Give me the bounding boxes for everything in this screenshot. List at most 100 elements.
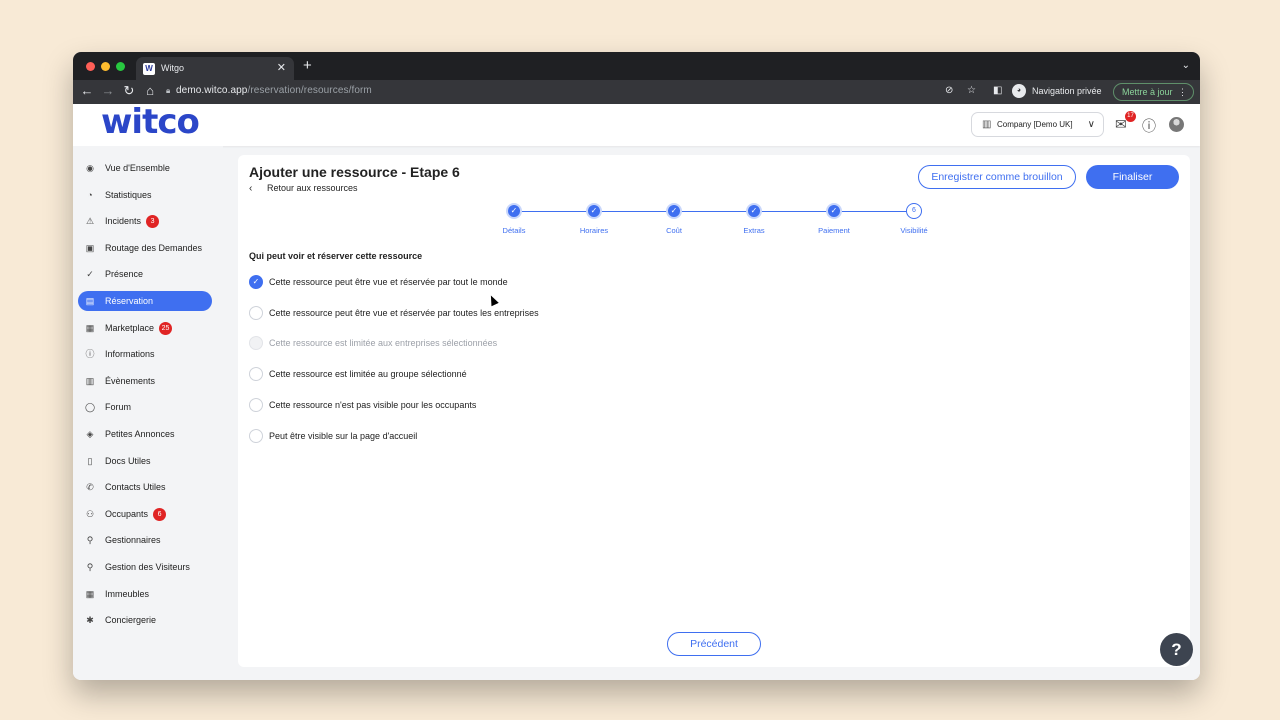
sidebar-item-occupants[interactable]: ⚇ Occupants 6 (78, 504, 212, 524)
sidebar-item-gestion-des-visiteurs[interactable]: ⚲ Gestion des Visiteurs (78, 557, 212, 577)
zoom-window-dot[interactable] (116, 62, 125, 71)
step-label: Visibilité (900, 226, 928, 235)
update-button[interactable]: Mettre à jour ⋮ (1113, 83, 1194, 101)
step-check-icon[interactable]: ✓ (506, 203, 522, 219)
avatar[interactable] (1169, 117, 1184, 132)
help-button[interactable]: ? (1160, 633, 1193, 666)
visibility-option-label: Cette ressource n'est pas visible pour l… (269, 399, 477, 410)
alert-info-icon[interactable]: ⓘ (1142, 116, 1156, 136)
user-icon: ⚲ (86, 535, 94, 546)
lock-icon: 🔒︎ (166, 86, 171, 95)
visibility-question: Qui peut voir et réserver cette ressourc… (249, 251, 423, 261)
sidebar-item-reservation[interactable]: ▤ Réservation (78, 291, 212, 311)
sidebar-item-informations[interactable]: ⓘ Informations (78, 344, 212, 364)
sidebar-item-routage-des-demandes[interactable]: ▣ Routage des Demandes (78, 238, 212, 258)
save-draft-button[interactable]: Enregistrer comme brouillon (918, 165, 1076, 189)
eye-off-icon[interactable]: ⊘ (945, 85, 953, 96)
sidebar-item-docs-utiles[interactable]: ▯ Docs Utiles (78, 451, 212, 471)
back-link[interactable]: ‹ Retour aux ressources (249, 183, 358, 194)
bookmark-star-icon[interactable]: ☆ (967, 85, 976, 96)
visibility-option-label: Cette ressource est limitée aux entrepri… (269, 338, 498, 349)
witco-logo[interactable]: witco (101, 102, 200, 142)
radio-checked-icon[interactable]: ✓ (249, 275, 263, 289)
radio-button[interactable] (249, 428, 263, 443)
home-icon[interactable]: ⌂ (143, 82, 157, 100)
sidebar-item-label: Informations (105, 349, 155, 360)
sidebar-item-presence[interactable]: ✓ Présence (78, 264, 212, 284)
close-window-dot[interactable] (86, 62, 95, 71)
browser-toolbar: ← → ↻ ⌂ 🔒︎ demo.witco.app/reservation/res… (73, 80, 1200, 104)
radio-button[interactable] (249, 305, 263, 320)
browser-window: W Witgo ✕ + ⌄ ← → ↻ ⌂ 🔒︎ demo.witco.app/r… (73, 52, 1200, 680)
company-select[interactable]: ▥ Company [Demo UK] ∨ (971, 112, 1104, 137)
sidebar-item-marketplace[interactable]: ▦ Marketplace 25 (78, 318, 212, 338)
sidebar-item-vue-d-ensemble[interactable]: ◉ Vue d'Ensemble (78, 158, 212, 178)
sidebar-item-conciergerie[interactable]: ✱ Conciergerie (78, 610, 212, 630)
sidebar-item-label: Conciergerie (105, 615, 157, 626)
step-check-icon[interactable]: ✓ (826, 203, 842, 219)
phone-icon: ✆ (86, 482, 94, 493)
minimize-window-dot[interactable] (101, 62, 110, 71)
step-check-icon[interactable]: ✓ (586, 203, 602, 219)
finalize-button[interactable]: Finaliser (1086, 165, 1179, 189)
visibility-option-label: Cette ressource peut être vue et réservé… (269, 307, 539, 318)
visibility-option[interactable]: Cette ressource est limitée au groupe sé… (249, 366, 467, 382)
browser-menu-icon[interactable]: ⋮ (1178, 84, 1187, 100)
visibility-option-label: Cette ressource peut être vue et réservé… (269, 277, 508, 287)
close-tab-icon[interactable]: ✕ (277, 61, 286, 74)
tag-icon: ◈ (86, 429, 94, 439)
sidebar-item-label: Évènements (105, 375, 156, 386)
new-tab-icon[interactable]: + (303, 58, 312, 74)
incognito-icon: ◕ (1012, 84, 1026, 98)
sidebar-item-forum[interactable]: ◯ Forum (78, 397, 212, 417)
calendar-icon: ▤ (85, 296, 95, 306)
sidebar-item-label: Marketplace (105, 322, 155, 333)
step-check-icon[interactable]: ✓ (666, 203, 682, 219)
sidebar-item-petites-annonces[interactable]: ◈ Petites Annonces (78, 424, 212, 444)
main-content: Ajouter une ressource - Etape 6 ‹ Retour … (238, 155, 1190, 667)
visibility-option[interactable]: ✓ Cette ressource peut être vue et réserv… (249, 274, 508, 290)
visibility-option: Cette ressource est limitée aux entrepri… (249, 335, 497, 351)
sidebar-item-contacts-utiles[interactable]: ✆ Contacts Utiles (78, 477, 212, 497)
browser-tab[interactable]: W Witgo ✕ (136, 57, 294, 82)
count-badge: 25 (159, 321, 173, 335)
chevron-down-icon: ∨ (1087, 119, 1095, 130)
visitor-icon: ⚲ (86, 562, 94, 572)
routing-icon: ▣ (85, 242, 95, 253)
radio-button[interactable] (249, 367, 263, 382)
info-icon: ⓘ (85, 349, 95, 360)
step-number[interactable]: 6 (906, 203, 922, 219)
tab-search-chevron-icon[interactable]: ⌄ (1182, 60, 1190, 71)
sidebar-item-evenements[interactable]: ▥ Évènements (78, 371, 212, 391)
sidebar-item-gestionnaires[interactable]: ⚲ Gestionnaires (78, 530, 212, 550)
visibility-option[interactable]: Peut être visible sur la page d'accueil (249, 428, 417, 444)
sidebar-item-immeubles[interactable]: ▦ Immeubles (78, 584, 212, 604)
sidebar-item-label: Présence (105, 269, 144, 280)
visibility-option[interactable]: Cette ressource peut être vue et réservé… (249, 305, 539, 321)
tab-title: Witgo (161, 63, 185, 73)
sidebar-item-label: Forum (105, 402, 132, 413)
step-label: Horaires (579, 226, 609, 235)
sidebar-item-statistiques[interactable]: ◔ Statistiques (78, 185, 212, 205)
incognito-label: Navigation privée (1032, 86, 1102, 96)
forward-arrow-icon[interactable]: → (101, 82, 115, 100)
browser-tab-bar: W Witgo ✕ + ⌄ (73, 52, 1200, 82)
step-check-icon[interactable]: ✓ (746, 203, 762, 219)
sidebar-item-incidents[interactable]: ⚠ Incidents 3 (78, 211, 212, 231)
witco-favicon-icon: W (143, 63, 155, 75)
back-arrow-icon[interactable]: ← (80, 82, 94, 100)
visibility-option-label: Peut être visible sur la page d'accueil (269, 430, 418, 441)
building-icon: ▦ (85, 588, 95, 599)
building-icon: ▥ (982, 119, 992, 130)
side-panel-icon[interactable]: ◧ (993, 85, 1002, 96)
count-badge: 3 (146, 215, 160, 229)
reload-icon[interactable]: ↻ (122, 82, 136, 100)
step-label: Extras (743, 226, 765, 235)
radio-button[interactable] (249, 397, 263, 412)
app-header: witco ▥ Company [Demo UK] ∨ ✉ 17 ⓘ (73, 102, 1200, 146)
visibility-option[interactable]: Cette ressource n'est pas visible pour l… (249, 397, 476, 413)
check-circle-icon: ✓ (86, 269, 94, 280)
address-bar[interactable]: 🔒︎ demo.witco.app/reservation/resources/f… (166, 85, 372, 96)
previous-button[interactable]: Précédent (667, 632, 761, 656)
step-label: Coût (666, 226, 682, 235)
